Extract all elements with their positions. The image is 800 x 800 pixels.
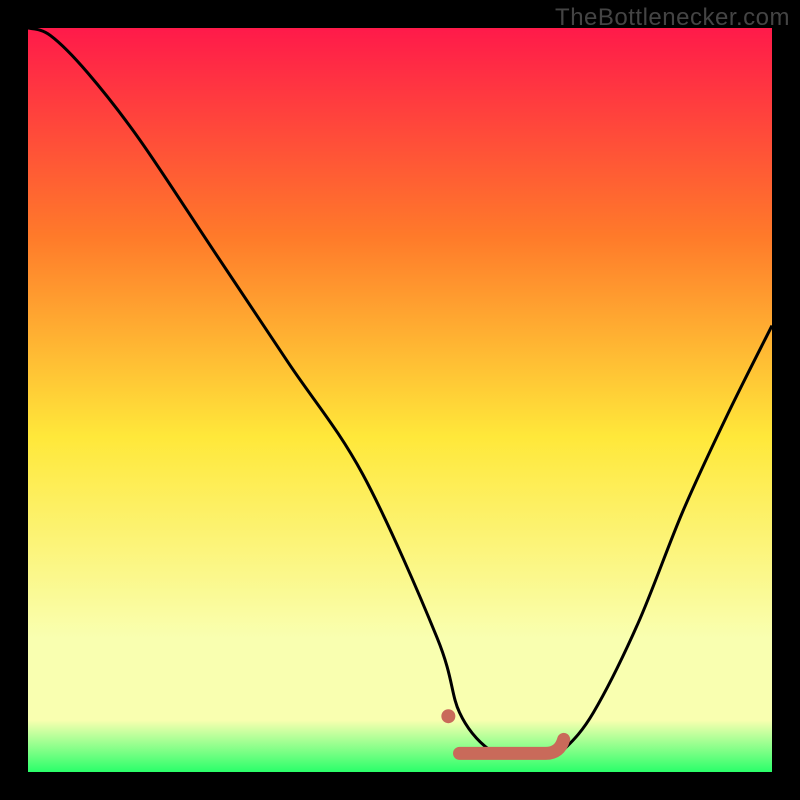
- chart-plot-area: [28, 28, 772, 772]
- chart-curve-layer: [28, 28, 772, 772]
- marker-bar: [460, 739, 564, 753]
- marker-dot: [441, 709, 455, 723]
- bottleneck-curve: [28, 28, 772, 758]
